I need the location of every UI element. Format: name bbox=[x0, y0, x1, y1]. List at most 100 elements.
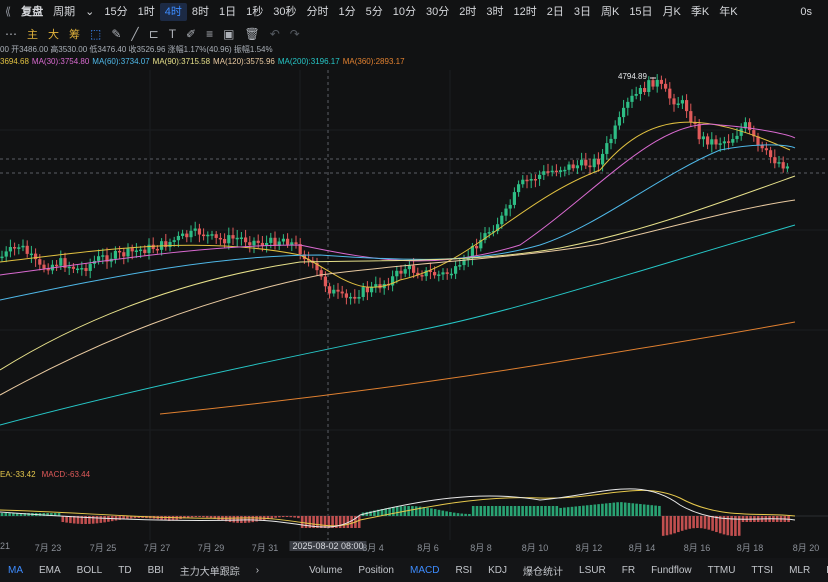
candlestick-chart[interactable] bbox=[0, 0, 828, 558]
date-label: 8月 18 bbox=[736, 543, 764, 553]
main-indicator-tab[interactable]: TD bbox=[110, 565, 139, 576]
date-label: 7月 23 bbox=[34, 543, 62, 553]
macd-bar bbox=[399, 506, 403, 516]
macd-bar bbox=[437, 509, 441, 516]
macd-bar bbox=[582, 505, 585, 516]
candle-body bbox=[634, 94, 638, 96]
candle-body bbox=[521, 179, 525, 185]
macd-bar bbox=[126, 516, 129, 519]
candle-body bbox=[727, 141, 731, 143]
candle-body bbox=[437, 274, 441, 276]
candle-body bbox=[319, 270, 323, 277]
date-label: 8月 16 bbox=[683, 543, 711, 553]
macd-bar bbox=[669, 516, 673, 535]
macd-bar bbox=[677, 516, 680, 533]
candle-body bbox=[567, 164, 571, 170]
sub-indicator-tab[interactable]: MACD bbox=[402, 565, 447, 576]
candle-body bbox=[235, 237, 239, 240]
sub-indicator-tab[interactable]: TTSI bbox=[743, 565, 781, 576]
candle-body bbox=[559, 170, 563, 173]
candle-body bbox=[630, 95, 634, 102]
candle-body bbox=[244, 237, 248, 243]
sub-indicator-tab[interactable]: FR bbox=[614, 565, 643, 576]
macd-bar bbox=[289, 516, 293, 518]
date-label: 8月 14 bbox=[628, 543, 656, 553]
macd-bar bbox=[475, 506, 479, 516]
candle-body bbox=[739, 128, 743, 136]
main-indicator-tab[interactable]: BBI bbox=[140, 565, 172, 576]
sub-indicator-tab[interactable]: KDJ bbox=[480, 565, 515, 576]
date-axis: 21 7月 23 7月 25 7月 27 7月 29 7月 31 2025-08-02 08… bbox=[0, 541, 828, 555]
macd-bar bbox=[468, 513, 471, 516]
main-indicator-tab[interactable]: 主力大单跟踪 bbox=[172, 563, 248, 578]
macd-bar bbox=[4, 513, 8, 516]
candle-body bbox=[113, 250, 117, 259]
candle-body bbox=[475, 246, 479, 249]
macd-bar bbox=[270, 516, 274, 519]
macd-bar bbox=[323, 516, 327, 528]
candle-body bbox=[38, 259, 42, 265]
candle-body bbox=[67, 266, 71, 269]
macd-bar bbox=[426, 507, 429, 516]
macd-bar bbox=[612, 502, 616, 516]
candle-body bbox=[71, 266, 75, 269]
candle-body bbox=[655, 79, 659, 87]
sub-indicator-tab[interactable]: MLR bbox=[781, 565, 818, 576]
candle-body bbox=[575, 165, 579, 169]
moving-average-line bbox=[159, 321, 796, 415]
candle-body bbox=[155, 248, 159, 251]
main-indicator-tab[interactable]: EMA bbox=[31, 565, 69, 576]
main-indicator-tab[interactable]: MA bbox=[0, 565, 31, 576]
candle-body bbox=[176, 235, 180, 241]
sub-indicator-tab[interactable]: Fundflow bbox=[643, 565, 700, 576]
candle-body bbox=[286, 238, 290, 245]
macd-bar bbox=[251, 516, 255, 523]
candle-body bbox=[248, 242, 252, 246]
sub-indicator-tab[interactable]: 爆仓统计 bbox=[515, 563, 571, 578]
chevron-right-icon[interactable]: › bbox=[248, 565, 267, 576]
date-label: 2025-08-02 08:00 bbox=[289, 541, 367, 551]
sub-indicator-tab[interactable]: Position bbox=[350, 565, 402, 576]
macd-bar bbox=[350, 516, 353, 528]
candle-body bbox=[554, 170, 558, 173]
candle-body bbox=[59, 258, 63, 266]
sub-indicator-tab[interactable]: BSV bbox=[818, 565, 828, 576]
candle-body bbox=[613, 125, 617, 139]
sub-indicator-tab[interactable]: RSI bbox=[447, 565, 480, 576]
candle-body bbox=[773, 157, 777, 164]
macd-bar bbox=[103, 516, 106, 523]
macd-bar bbox=[278, 516, 281, 518]
macd-bar bbox=[620, 502, 623, 516]
candle-body bbox=[269, 237, 273, 243]
macd-bar bbox=[566, 507, 570, 516]
macd-bar bbox=[194, 516, 198, 518]
macd-bar bbox=[642, 504, 646, 516]
candle-body bbox=[735, 135, 739, 140]
sub-indicator-tab[interactable]: Volume bbox=[301, 565, 350, 576]
macd-bar bbox=[190, 516, 194, 518]
sub-indicator-tab[interactable]: TTMU bbox=[700, 565, 744, 576]
macd-bar bbox=[551, 506, 555, 516]
macd-bar bbox=[650, 505, 654, 516]
candle-body bbox=[487, 232, 491, 234]
macd-bar bbox=[297, 516, 300, 519]
date-label: 8月 12 bbox=[575, 543, 603, 553]
candle-body bbox=[517, 184, 521, 193]
candle-body bbox=[134, 250, 138, 252]
macd-bar bbox=[506, 506, 509, 516]
moving-average-line bbox=[0, 144, 796, 301]
macd-bar bbox=[452, 512, 456, 516]
macd-bar bbox=[680, 516, 684, 531]
candle-body bbox=[592, 158, 596, 168]
candle-body bbox=[29, 253, 33, 256]
sub-indicator-tab[interactable]: LSUR bbox=[571, 565, 614, 576]
candle-body bbox=[617, 117, 621, 126]
macd-bar bbox=[471, 506, 475, 516]
candle-body bbox=[605, 143, 609, 154]
candle-body bbox=[781, 162, 785, 169]
candle-body bbox=[13, 247, 17, 249]
main-indicator-tab[interactable]: BOLL bbox=[69, 565, 111, 576]
macd-bar bbox=[661, 516, 665, 536]
candle-body bbox=[718, 143, 722, 145]
candle-body bbox=[328, 286, 332, 294]
